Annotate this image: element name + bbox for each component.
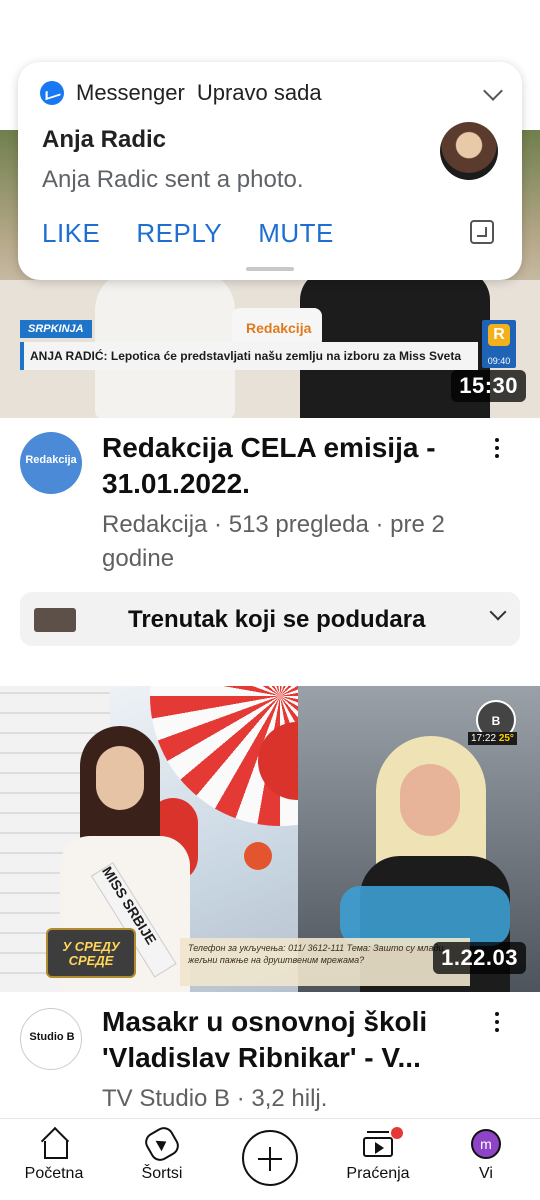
more-options-icon-2[interactable] [494, 1012, 500, 1036]
nav-subscriptions[interactable]: Praćenja [328, 1127, 428, 1183]
moment-label: Trenutak koji se podudara [128, 606, 426, 633]
notification-app-name: Messenger [76, 80, 185, 105]
video-duration-badge: 15:30 [451, 370, 526, 402]
lower-third-caption: ANJA RADIĆ: Lepotica će predstavljati na… [20, 342, 478, 370]
tv-clock-2: 17:22 25° [468, 732, 517, 745]
notification-time: Upravo sada [196, 80, 322, 105]
lower-third-tag: SRPKINJA [20, 320, 92, 338]
channel-avatar-studio-b[interactable]: Studio B [20, 1008, 82, 1070]
moment-thumbnail [34, 608, 76, 632]
account-avatar-icon: m [471, 1129, 501, 1159]
pillow-brand: Redakcija [246, 320, 312, 336]
nav-subscriptions-label: Praćenja [346, 1165, 410, 1182]
like-action-button[interactable]: LIKE [42, 218, 100, 249]
notification-sender: Anja Radic [42, 126, 167, 153]
messenger-notification[interactable]: Messenger Upravo sada Anja Radic Anja Ra… [18, 62, 522, 280]
nav-home-label: Početna [24, 1165, 84, 1182]
sender-avatar [440, 122, 498, 180]
nav-home[interactable]: Početna [4, 1129, 104, 1183]
video-duration-badge-2: 1.22.03 [433, 942, 526, 974]
home-icon [39, 1129, 69, 1159]
notification-drag-handle[interactable] [246, 267, 294, 271]
notification-actions: LIKE REPLY MUTE [42, 218, 370, 249]
show-logo: У СРЕДУ СРЕДЕ [46, 928, 136, 978]
nav-shorts-label: Šortsi [141, 1165, 183, 1182]
shorts-icon [141, 1123, 183, 1165]
video-meta-2: TV Studio B · 3,2 hilj. [102, 1085, 328, 1112]
lower-third-text: ANJA RADIĆ: Lepotica će predstavljati na… [30, 349, 461, 363]
nav-you-label: Vi [479, 1165, 493, 1182]
new-content-dot [391, 1127, 403, 1139]
expand-chevron-icon[interactable] [483, 81, 503, 101]
video-meta-1: Redakcija · 513 pregleda · pre 2 godine [102, 511, 445, 572]
channel-r-icon: R [488, 324, 510, 346]
nav-you[interactable]: m Vi [436, 1129, 536, 1183]
messenger-icon [40, 81, 64, 105]
video-thumbnail-2[interactable]: MISS SRBIJE B 17:22 25° У СРЕДУ СРЕДЕ Те… [0, 686, 540, 992]
topic-banner: Телефон за укључења: 011/ 3612-111 Тема:… [180, 938, 470, 986]
tv-clock: 09:40 [487, 356, 511, 366]
nav-shorts[interactable]: Šortsi [112, 1123, 212, 1183]
subscriptions-icon [361, 1127, 403, 1159]
create-plus-button[interactable] [242, 1130, 298, 1186]
reply-action-button[interactable]: REPLY [136, 218, 222, 249]
channel-avatar-redakcija[interactable]: Redakcija [20, 432, 82, 494]
chevron-down-icon [489, 603, 507, 621]
matching-moment-chip[interactable]: Trenutak koji se podudara [20, 592, 520, 646]
notification-header: Messenger Upravo sada [40, 80, 322, 106]
more-options-icon[interactable] [494, 438, 500, 462]
channel-avatar-text-2: Studio B [29, 1031, 75, 1043]
tv-channel-logo: R 09:40 [482, 320, 516, 368]
video-title-1[interactable]: Redakcija CELA emisija - 31.01.2022. [102, 430, 472, 502]
video-title-2[interactable]: Masakr u osnovnoj školi 'Vladislav Ribni… [102, 1004, 472, 1076]
channel-avatar-text: Redakcija [25, 454, 77, 466]
open-bubble-icon[interactable] [470, 220, 494, 244]
youtube-home-screen: Redakcija SRPKINJA ANJA RADIĆ: Lepotica … [0, 0, 540, 1200]
notification-message: Anja Radic sent a photo. [42, 166, 304, 193]
thumbnail-orange-dot [244, 842, 272, 870]
mute-action-button[interactable]: MUTE [258, 218, 334, 249]
